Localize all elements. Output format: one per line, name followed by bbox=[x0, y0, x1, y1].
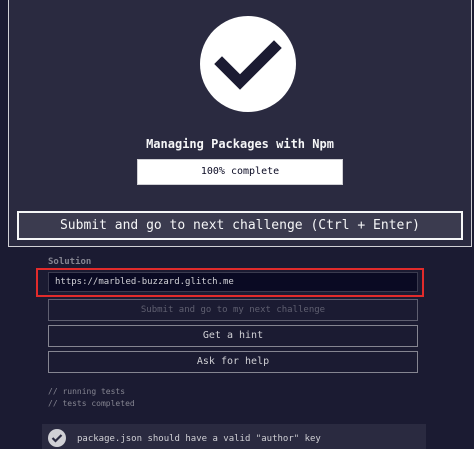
test-result-row: package.json should have a valid "author… bbox=[42, 424, 426, 449]
get-hint-button[interactable]: Get a hint bbox=[48, 325, 418, 347]
submit-my-next-challenge-button[interactable]: Submit and go to my next challenge bbox=[48, 299, 418, 321]
test-description: package.json should have a valid "author… bbox=[77, 434, 321, 444]
submit-next-challenge-button[interactable]: Submit and go to next challenge (Ctrl + … bbox=[17, 211, 463, 240]
check-circle-icon bbox=[48, 429, 66, 447]
challenge-page: Managing Packages with Npm 100% complete… bbox=[0, 0, 474, 449]
solution-label: Solution bbox=[48, 257, 92, 267]
completion-modal: Managing Packages with Npm 100% complete… bbox=[8, 0, 472, 247]
progress-text: 100% complete bbox=[200, 166, 280, 177]
ask-for-help-button[interactable]: Ask for help bbox=[48, 351, 418, 373]
progress-bar: 100% complete bbox=[137, 159, 343, 185]
completion-check-icon bbox=[200, 16, 296, 112]
console-line: // running tests bbox=[48, 387, 126, 396]
console-line: // tests completed bbox=[48, 399, 135, 408]
solution-input[interactable] bbox=[48, 272, 418, 292]
test-console: // running tests // tests completed bbox=[48, 386, 135, 410]
modal-title: Managing Packages with Npm bbox=[146, 137, 334, 151]
